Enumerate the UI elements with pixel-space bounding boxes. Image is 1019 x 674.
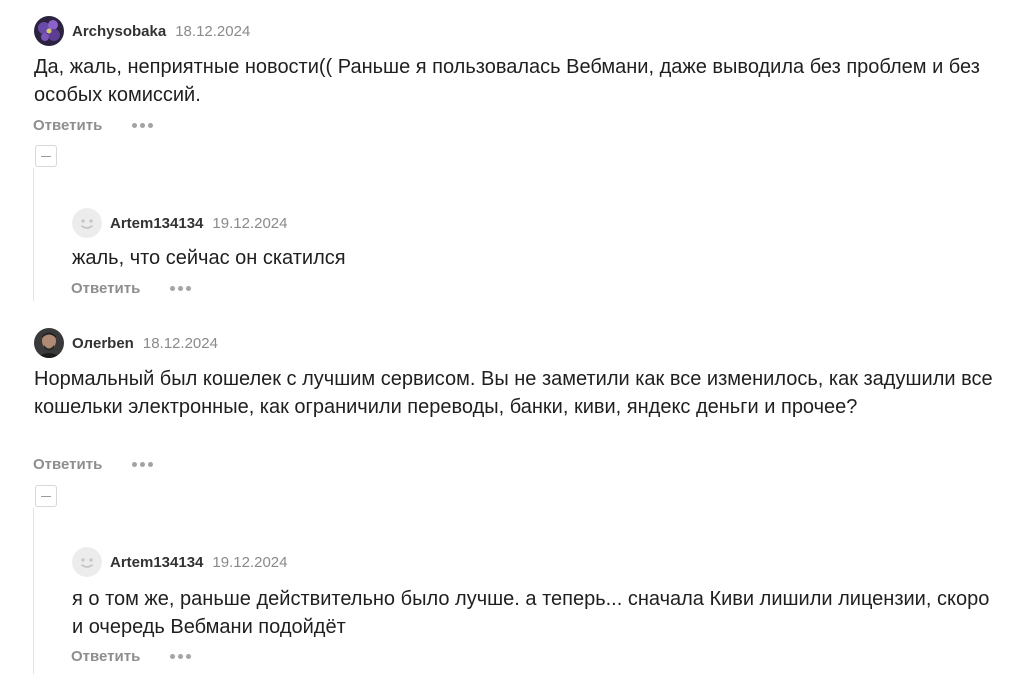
comment-actions: Ответить	[71, 648, 192, 665]
dot-icon	[148, 462, 154, 467]
comment-actions: Ответить	[33, 117, 154, 134]
default-smiley-avatar-icon	[72, 547, 102, 577]
comment-date: 18.12.2024	[142, 334, 218, 352]
comment-author[interactable]: Олerben	[72, 335, 134, 352]
default-smiley-avatar-icon	[72, 208, 102, 238]
collapse-thread-button[interactable]	[35, 485, 57, 507]
dot-icon	[140, 462, 146, 467]
comment-text: Да, жаль, неприятные новости(( Раньше я …	[34, 56, 980, 106]
dot-icon	[132, 462, 138, 467]
comment-actions: Ответить	[71, 280, 192, 297]
thread-line	[33, 508, 34, 674]
dot-icon	[178, 654, 184, 659]
reply-button[interactable]: Ответить	[71, 280, 140, 297]
dot-icon	[170, 654, 176, 659]
comment-header: Artem134134 19.12.2024	[72, 546, 287, 578]
user-avatar[interactable]	[34, 16, 64, 46]
dot-icon	[132, 123, 138, 128]
more-options-button[interactable]	[170, 282, 192, 295]
more-options-button[interactable]	[132, 119, 154, 132]
dot-icon	[148, 123, 154, 128]
dot-icon	[140, 123, 146, 128]
comment-actions: Ответить	[33, 456, 154, 473]
dot-icon	[178, 286, 184, 291]
comment-author[interactable]: Archysobaka	[72, 23, 166, 40]
comment-header: Олerben 18.12.2024	[34, 327, 218, 359]
comment-header: Artem134134 19.12.2024	[72, 207, 287, 239]
comment-header: Archysobaka 18.12.2024	[34, 15, 250, 47]
more-options-button[interactable]	[132, 458, 154, 471]
thread-line	[33, 168, 34, 301]
reply-button[interactable]: Ответить	[33, 117, 102, 134]
reply-button[interactable]: Ответить	[71, 648, 140, 665]
more-options-button[interactable]	[170, 650, 192, 663]
comment-author[interactable]: Artem134134	[110, 554, 203, 571]
comment-author[interactable]: Artem134134	[110, 215, 203, 232]
dot-icon	[170, 286, 176, 291]
comment-text: Нормальный был кошелек с лучшим сервисом…	[34, 368, 993, 418]
user-avatar[interactable]	[72, 208, 102, 238]
comment-date: 19.12.2024	[212, 214, 288, 232]
man-photo-avatar-icon	[34, 328, 64, 358]
comment-date: 19.12.2024	[212, 553, 288, 571]
purple-flower-avatar-icon	[34, 16, 64, 46]
user-avatar[interactable]	[72, 547, 102, 577]
dot-icon	[186, 286, 192, 291]
collapse-thread-button[interactable]	[35, 145, 57, 167]
comment-text: я о том же, раньше действительно было лу…	[72, 588, 990, 638]
reply-button[interactable]: Ответить	[33, 456, 102, 473]
comment-text: жаль, что сейчас он скатился	[72, 247, 346, 269]
dot-icon	[186, 654, 192, 659]
user-avatar[interactable]	[34, 328, 64, 358]
comment-date: 18.12.2024	[175, 22, 251, 40]
